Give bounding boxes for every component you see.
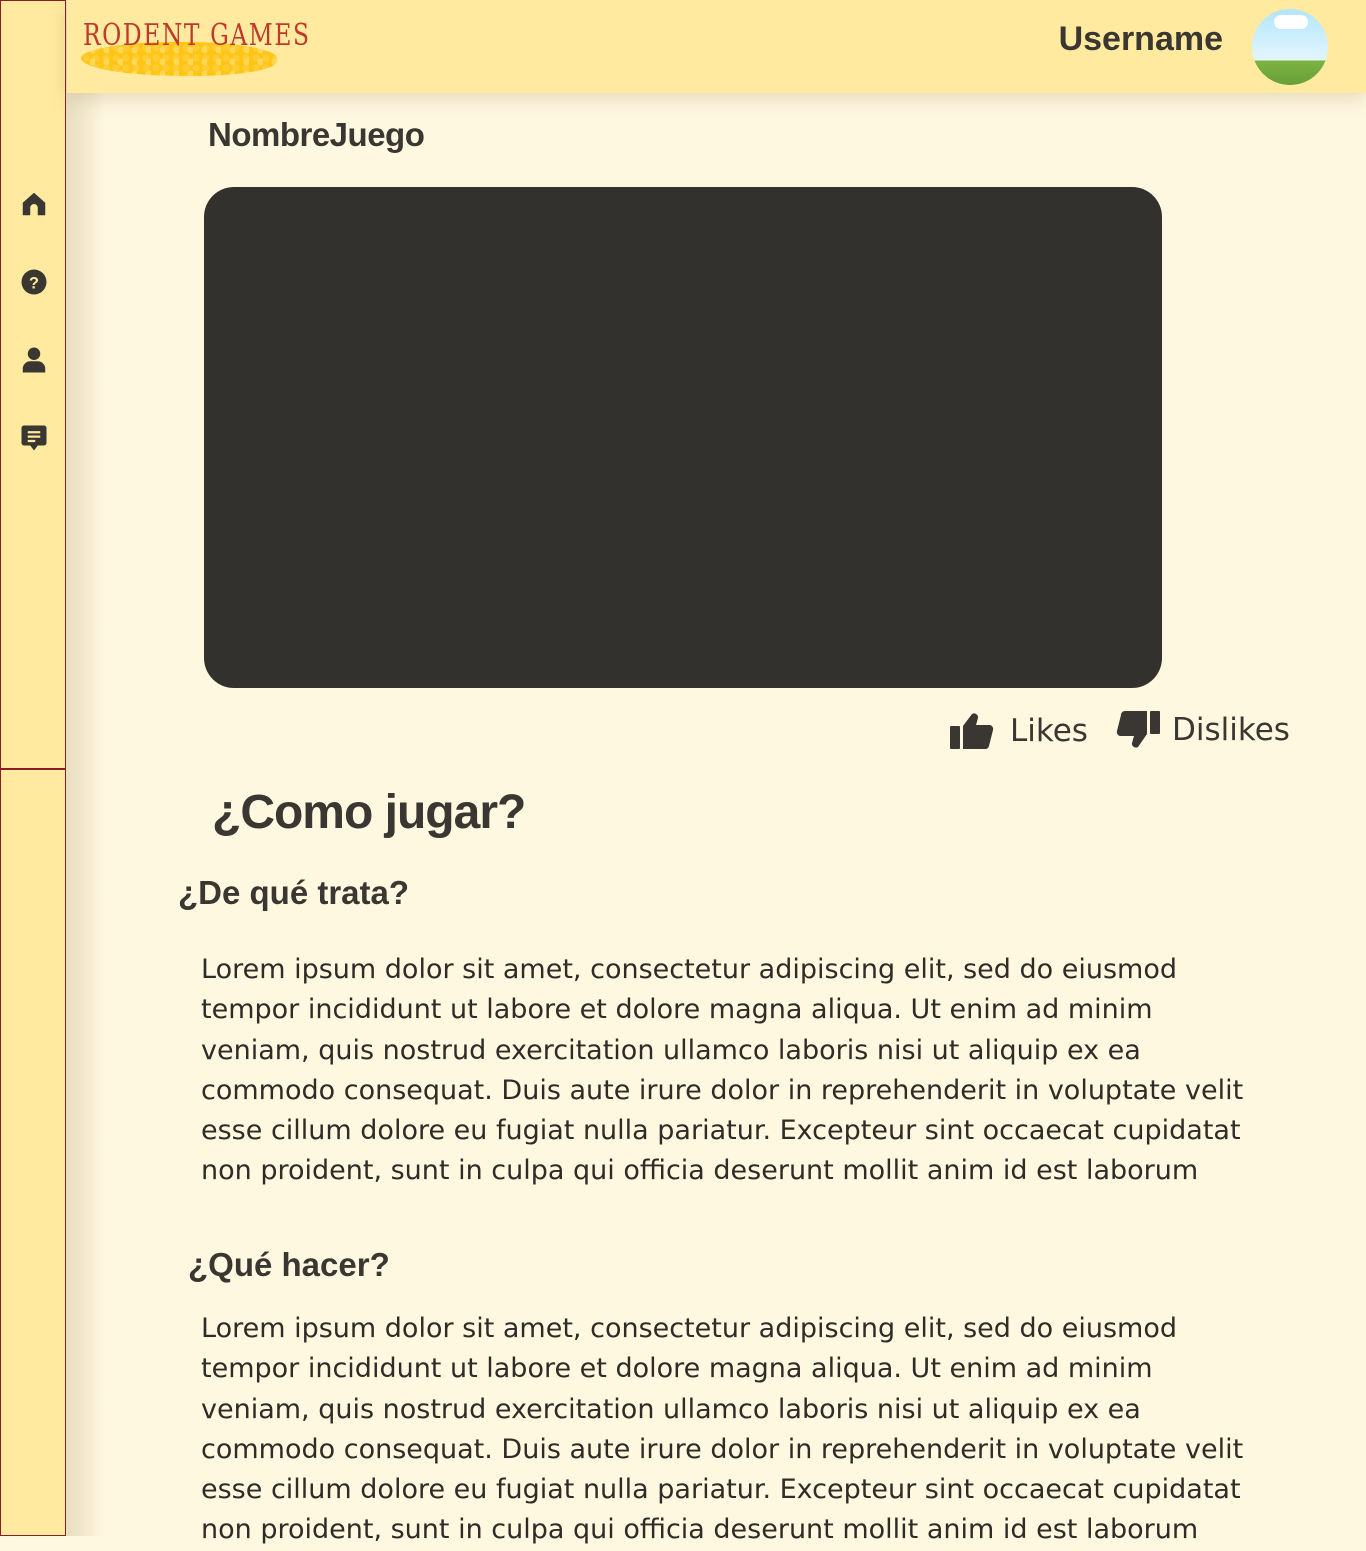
home-icon[interactable] xyxy=(19,189,49,219)
user-icon[interactable] xyxy=(19,345,49,375)
how-to-play-title: ¿Como jugar? xyxy=(212,786,526,839)
sidebar-shadow xyxy=(66,0,106,1536)
username[interactable]: Username xyxy=(1059,20,1223,59)
avatar-cloud xyxy=(1274,15,1308,29)
svg-text:?: ? xyxy=(29,274,39,292)
game-frame[interactable] xyxy=(204,187,1162,688)
avatar[interactable] xyxy=(1252,9,1328,85)
likes-label: Likes xyxy=(1010,713,1088,749)
about-text: Lorem ipsum dolor sit amet, consectetur … xyxy=(201,954,1244,1187)
what-to-do-text: Lorem ipsum dolor sit amet, consectetur … xyxy=(201,1313,1244,1546)
thumbs-down-icon xyxy=(1116,711,1160,748)
like-button[interactable]: Likes xyxy=(950,712,1088,750)
chat-icon[interactable] xyxy=(19,423,49,453)
sidebar-lower-panel xyxy=(0,769,66,1536)
top-header: RODENT GAMES Username xyxy=(67,0,1366,93)
dislikes-label: Dislikes xyxy=(1172,712,1290,748)
game-title: NombreJuego xyxy=(208,116,425,153)
thumbs-up-icon xyxy=(950,713,994,750)
about-heading: ¿De qué trata? xyxy=(178,874,410,911)
logo[interactable]: RODENT GAMES xyxy=(81,12,309,82)
what-to-do-heading: ¿Qué hacer? xyxy=(188,1246,390,1283)
sidebar: ? xyxy=(0,0,66,769)
logo-text: RODENT GAMES xyxy=(83,18,311,53)
dislike-button[interactable]: Dislikes xyxy=(1116,710,1290,750)
help-icon[interactable]: ? xyxy=(19,267,49,297)
